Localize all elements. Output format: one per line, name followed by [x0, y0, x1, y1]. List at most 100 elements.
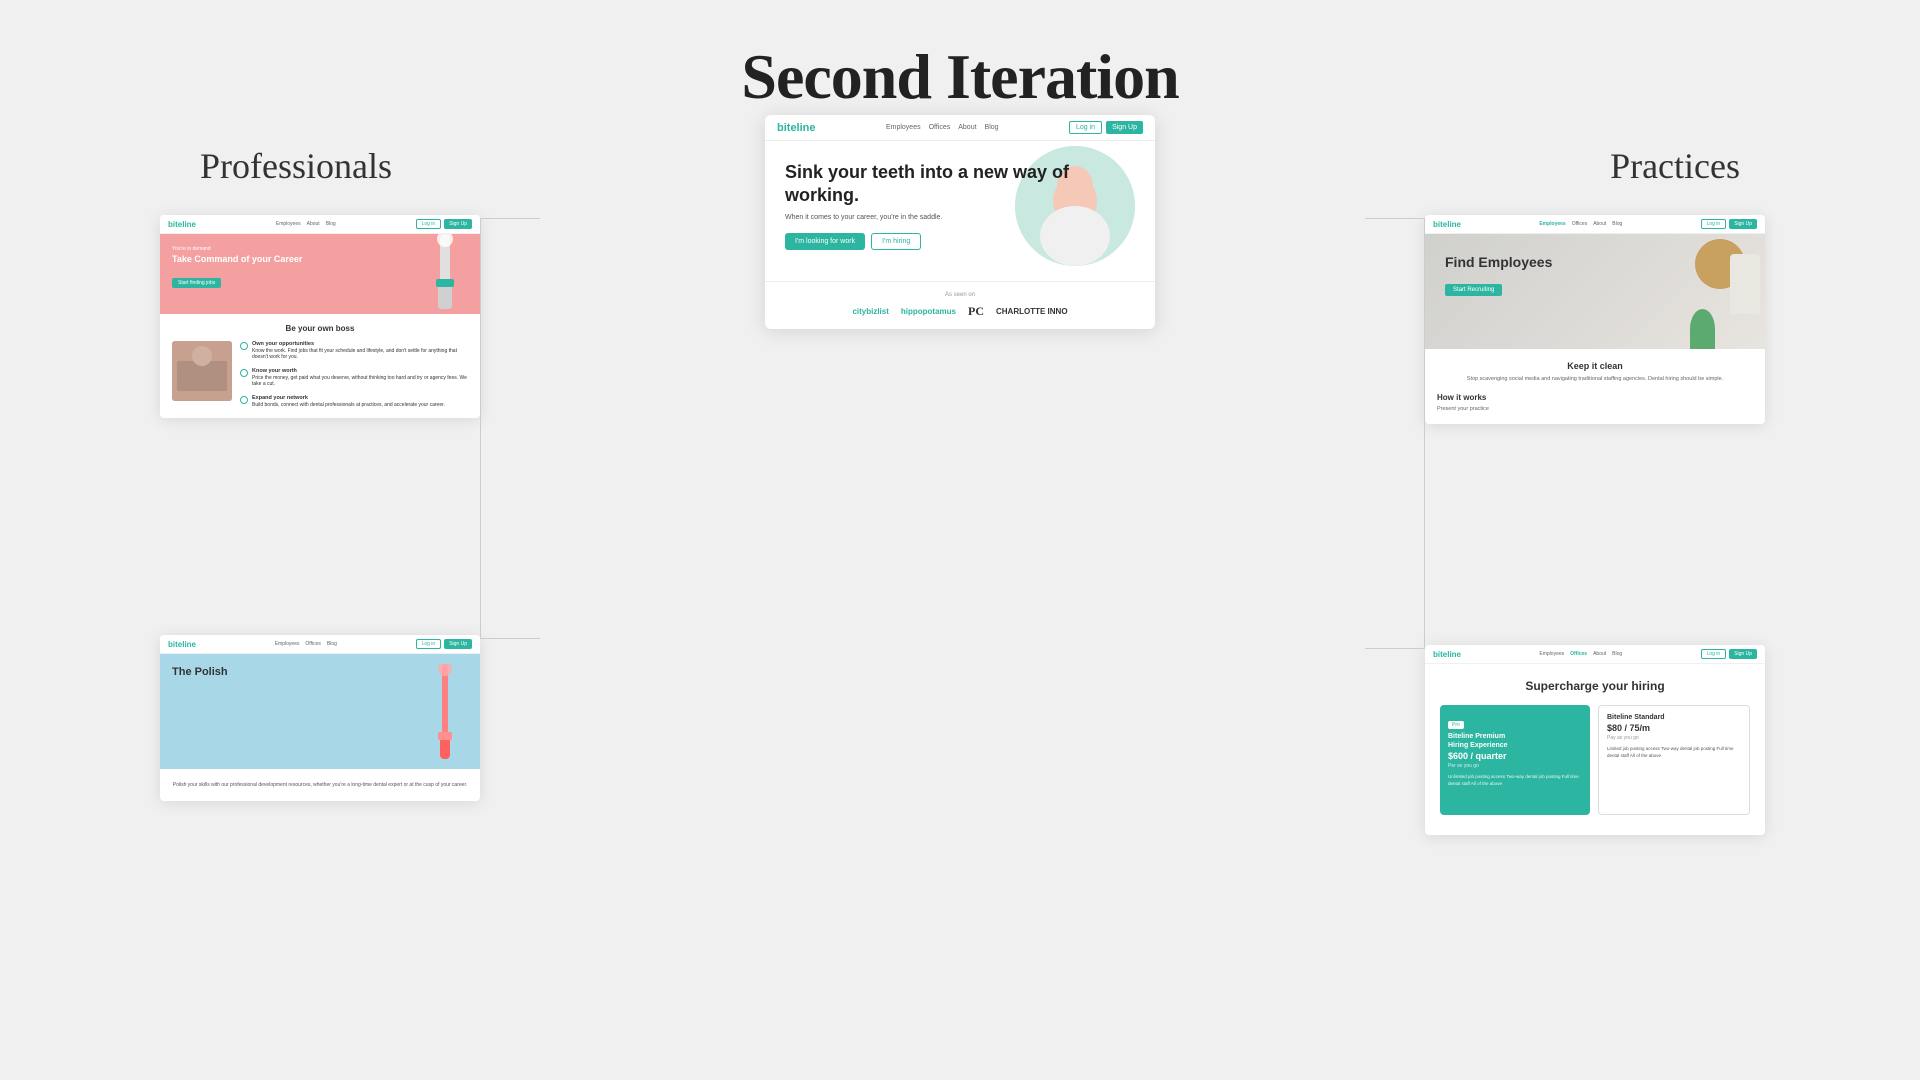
- feature-item-1: Own your opportunities Know the work. Fi…: [240, 341, 468, 360]
- left-top-content: Be your own boss Own your opportunities: [160, 314, 480, 418]
- lb-nav-blog[interactable]: Blog: [327, 641, 337, 647]
- as-seen-section: As seen on citybizlist hippopotamus PC C…: [765, 281, 1155, 329]
- connector-top-right: [1365, 218, 1425, 219]
- pricing-plan1-price: $600 / quarter: [1448, 751, 1582, 761]
- left-bottom-nav-links: Employees Offices Blog: [275, 641, 337, 647]
- left-bottom-logo: biteline: [168, 640, 196, 649]
- rb-nav-employees[interactable]: Employees: [1539, 651, 1564, 657]
- center-nav-actions: Log in Sign Up: [1069, 121, 1143, 134]
- lb-login-button[interactable]: Log in: [416, 639, 442, 649]
- lt-signup-button[interactable]: Sign Up: [444, 219, 472, 229]
- feature-item-3: Expand your network Build bonds, connect…: [240, 395, 468, 408]
- lb-nav-offices[interactable]: Offices: [305, 641, 320, 647]
- nav-link-about[interactable]: About: [958, 124, 976, 131]
- right-bottom-nav-links: Employees Offices About Blog: [1539, 651, 1622, 657]
- pricing-badge: Pro: [1448, 721, 1464, 729]
- rt-nav-offices[interactable]: Offices: [1572, 221, 1587, 227]
- left-top-nav-links: Employees About Blog: [276, 221, 336, 227]
- right-top-heading: Find Employees: [1445, 254, 1552, 270]
- feature-icon-2: [240, 369, 248, 377]
- practices-label: Practices: [1610, 145, 1740, 187]
- lt-login-button[interactable]: Log in: [416, 219, 442, 229]
- right-bottom-heading: Supercharge your hiring: [1440, 679, 1750, 693]
- center-nav: biteline Employees Offices About Blog Lo…: [765, 115, 1155, 141]
- connector-bottom-right: [1365, 648, 1425, 649]
- connector-top-left: [480, 218, 540, 219]
- center-nav-links: Employees Offices About Blog: [886, 124, 999, 131]
- right-top-section-title: Keep it clean: [1437, 361, 1753, 371]
- left-top-logo: biteline: [168, 220, 196, 229]
- right-top-logo: biteline: [1433, 220, 1461, 229]
- page-title: Second Iteration: [0, 0, 1920, 114]
- right-top-cta-button[interactable]: Start Recruiting: [1445, 284, 1502, 296]
- right-top-hero-content: Find Employees Start Recruiting: [1445, 254, 1552, 296]
- pricing-plan2-features: Limited job posting access Two-way denta…: [1607, 745, 1741, 759]
- nav-link-blog[interactable]: Blog: [985, 124, 999, 131]
- nav-link-offices[interactable]: Offices: [929, 124, 951, 131]
- right-how-it-works: How it works Present your practice: [1437, 393, 1753, 412]
- lt-nav-blog[interactable]: Blog: [326, 221, 336, 227]
- center-hero-buttons: I'm looking for work I'm hiring: [785, 233, 1135, 250]
- pricing-plan1-period: Per se you go: [1448, 763, 1582, 769]
- lb-nav-employees[interactable]: Employees: [275, 641, 300, 647]
- connector-v-right: [1424, 218, 1425, 648]
- logo-hippopotamus: hippopotamus: [901, 307, 956, 316]
- rt-nav-blog[interactable]: Blog: [1612, 221, 1622, 227]
- center-hero-text: Sink your teeth into a new way of workin…: [785, 161, 1135, 261]
- center-hero-section: Sink your teeth into a new way of workin…: [765, 141, 1155, 281]
- pricing-plan2-price: $80 / 75/m: [1607, 723, 1741, 733]
- rb-nav-offices[interactable]: Offices: [1570, 651, 1587, 657]
- lamp-decor: [1730, 254, 1760, 314]
- right-bottom-nav: biteline Employees Offices About Blog Lo…: [1425, 645, 1765, 664]
- feature-item-2: Know your worth Price the money, get pai…: [240, 368, 468, 387]
- center-signup-button[interactable]: Sign Up: [1106, 121, 1143, 134]
- right-how-step: Present your practice: [1437, 406, 1753, 412]
- logo-pc: PC: [968, 304, 984, 319]
- right-bottom-card: biteline Employees Offices About Blog Lo…: [1425, 645, 1765, 835]
- left-top-feature-list: Own your opportunities Know the work. Fi…: [240, 341, 468, 408]
- rb-nav-blog[interactable]: Blog: [1612, 651, 1622, 657]
- rt-nav-employees[interactable]: Employees: [1539, 221, 1565, 227]
- as-seen-label: As seen on: [775, 292, 1145, 298]
- right-bottom-logo: biteline: [1433, 650, 1461, 659]
- feature-icon-1: [240, 342, 248, 350]
- logo-citybizlist: citybizlist: [852, 307, 888, 316]
- center-login-button[interactable]: Log in: [1069, 121, 1102, 134]
- left-top-card: biteline Employees About Blog Log in Sig…: [160, 215, 480, 418]
- lt-nav-employees[interactable]: Employees: [276, 221, 301, 227]
- center-hero-sub: When it comes to your career, you're in …: [785, 214, 1135, 221]
- rb-signup-button[interactable]: Sign Up: [1729, 649, 1757, 659]
- pricing-plan1-name: Biteline Premium: [1448, 733, 1582, 740]
- looking-for-work-button[interactable]: I'm looking for work: [785, 233, 865, 250]
- rb-login-button[interactable]: Log in: [1701, 649, 1727, 659]
- toothbrush-image: [420, 664, 470, 769]
- logo-charlotte-inno: CHARLOTTE INNO: [996, 307, 1068, 316]
- plant-decor: [1690, 309, 1715, 349]
- feature-text-3: Expand your network Build bonds, connect…: [252, 395, 445, 408]
- right-how-title: How it works: [1437, 393, 1753, 402]
- lb-signup-button[interactable]: Sign Up: [444, 639, 472, 649]
- left-bottom-card: biteline Employees Offices Blog Log in S…: [160, 635, 480, 801]
- left-bottom-hero: The Polish: [160, 654, 480, 769]
- rb-nav-about[interactable]: About: [1593, 651, 1606, 657]
- left-bottom-desc: Polish your skills with our professional…: [172, 781, 468, 789]
- rt-signup-button[interactable]: Sign Up: [1729, 219, 1757, 229]
- left-top-cta-button[interactable]: Start finding jobs: [172, 278, 221, 288]
- pricing-plan2-name: Biteline Standard: [1607, 714, 1741, 721]
- lt-nav-about[interactable]: About: [307, 221, 320, 227]
- right-top-content: Keep it clean Stop scavenging social med…: [1425, 349, 1765, 424]
- rt-nav-about[interactable]: About: [1593, 221, 1606, 227]
- nav-link-employees[interactable]: Employees: [886, 124, 921, 131]
- rt-login-button[interactable]: Log in: [1701, 219, 1727, 229]
- hiring-button[interactable]: I'm hiring: [871, 233, 921, 250]
- connector-bottom-left: [480, 638, 540, 639]
- feature-icon-3: [240, 396, 248, 404]
- right-bottom-content: Supercharge your hiring Pro Biteline Pre…: [1425, 664, 1765, 830]
- left-top-feature-image: [172, 341, 232, 401]
- feature-text-2: Know your worth Price the money, get pai…: [252, 368, 468, 387]
- left-top-features: Own your opportunities Know the work. Fi…: [172, 341, 468, 408]
- left-top-hero: You're in demand Take Command of your Ca…: [160, 234, 480, 314]
- right-top-nav: biteline Employees Offices About Blog Lo…: [1425, 215, 1765, 234]
- left-top-section-title: Be your own boss: [172, 324, 468, 333]
- feature-image-inner: [172, 341, 232, 401]
